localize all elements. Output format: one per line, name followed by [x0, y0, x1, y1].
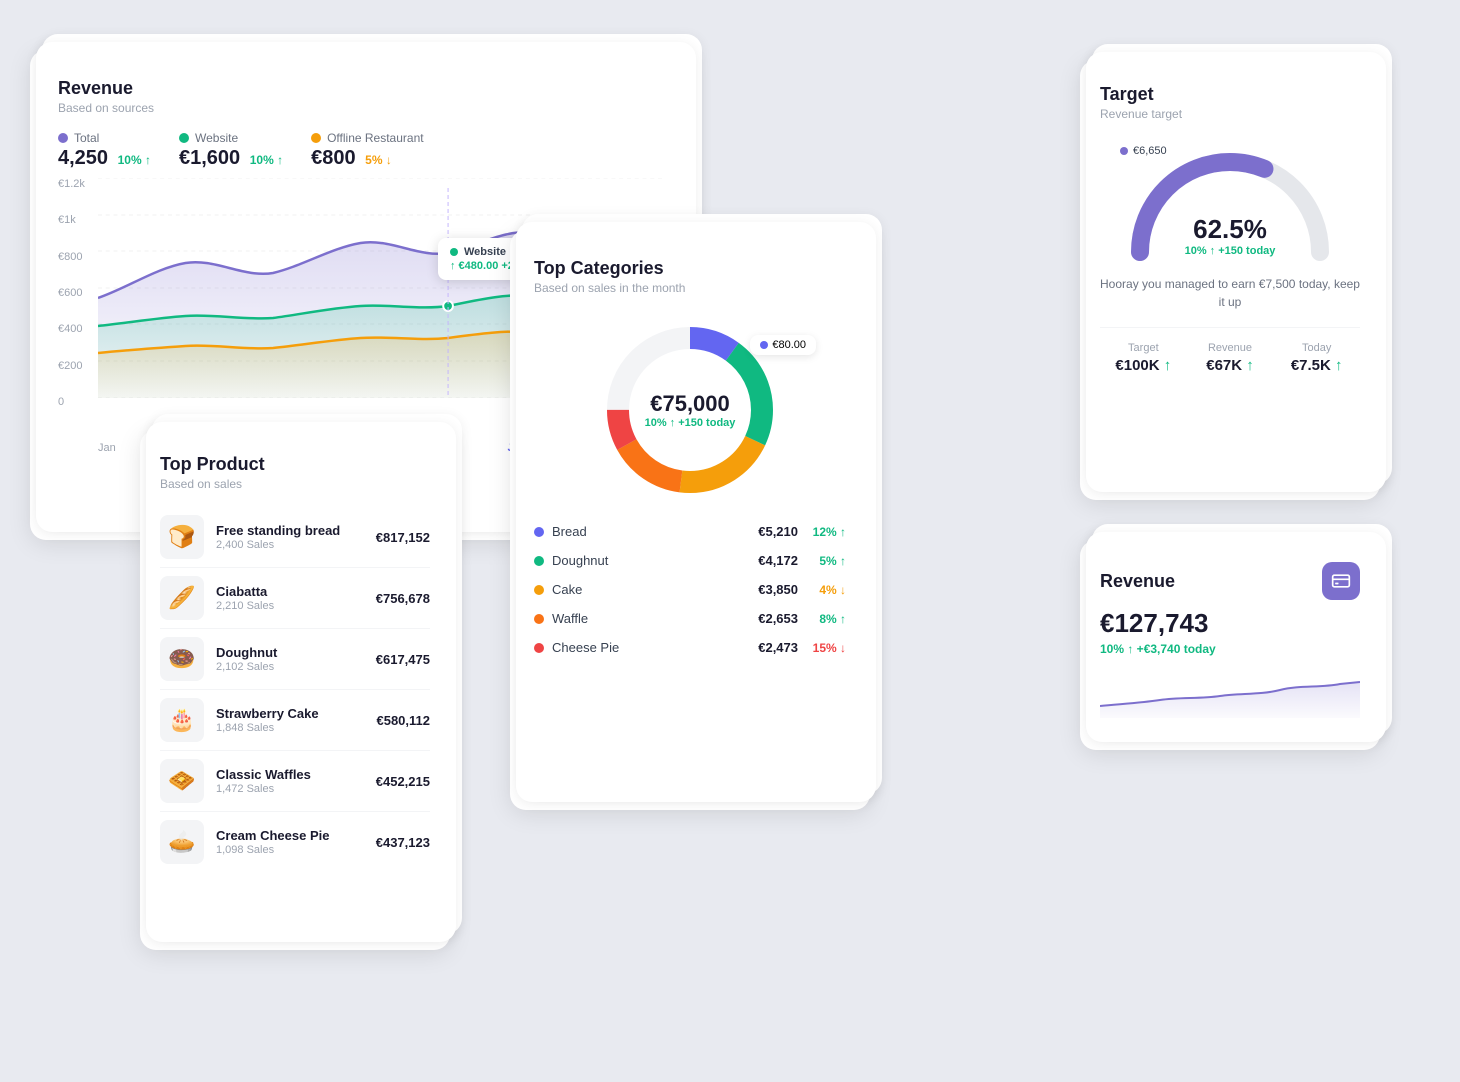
list-item: Cake €3,850 4% ↓	[534, 575, 846, 604]
list-item: 🍞 Free standing bread 2,400 Sales €817,1…	[160, 507, 430, 568]
website-badge: 10% ↑	[250, 153, 283, 167]
website-dot	[179, 133, 189, 143]
list-item: 🎂 Strawberry Cake 1,848 Sales €580,112	[160, 690, 430, 751]
offline-value: €800 5% ↓	[311, 147, 424, 170]
categories-subtitle: Based on sales in the month	[534, 281, 846, 295]
legend-row: Total 4,250 10% ↑ Website €1,600 10% ↑ O…	[58, 131, 662, 170]
gauge-legend: €6,650	[1120, 145, 1167, 157]
website-label: Website	[195, 131, 238, 145]
list-item: 🥖 Ciabatta 2,210 Sales €756,678	[160, 568, 430, 629]
rev-icon	[1322, 562, 1360, 600]
target-title: Target	[1100, 84, 1360, 105]
donut-sub: 10% ↑ +150 today	[645, 417, 736, 429]
list-item: 🥧 Cream Cheese Pie 1,098 Sales €437,123	[160, 812, 430, 872]
total-value: 4,250 10% ↑	[58, 147, 151, 170]
gauge-container: €6,650 62.5% 10% ↑ +150 today	[1100, 137, 1360, 267]
stat-today: Today €7.5K ↑	[1273, 342, 1360, 374]
product-img-cake: 🎂	[160, 698, 204, 742]
target-subtitle: Revenue target	[1100, 107, 1360, 121]
list-item: 🧇 Classic Waffles 1,472 Sales €452,215	[160, 751, 430, 812]
cat-dot	[534, 614, 544, 624]
cat-dot	[534, 585, 544, 595]
product-info-ciabatta: Ciabatta 2,210 Sales	[216, 584, 364, 612]
top-product-card: Top Product Based on sales 🍞 Free standi…	[140, 430, 450, 950]
gauge-pct: 62.5%	[1185, 214, 1276, 245]
product-img-ciabatta: 🥖	[160, 576, 204, 620]
stat-revenue: Revenue €67K ↑	[1187, 342, 1274, 374]
product-list: 🍞 Free standing bread 2,400 Sales €817,1…	[160, 507, 430, 872]
categories-list: Bread €5,210 12% ↑ Doughnut €4,172 5% ↑ …	[534, 517, 846, 662]
y-labels: €1.2k€1k€800€600€400€2000	[58, 178, 85, 408]
target-stats: Target €100K ↑ Revenue €67K ↑ Today €7.5…	[1100, 327, 1360, 374]
product-info-bread: Free standing bread 2,400 Sales	[216, 523, 364, 551]
legend-total: Total 4,250 10% ↑	[58, 131, 151, 170]
donut-center: €75,000 10% ↑ +150 today	[645, 391, 736, 429]
product-img-doughnut: 🍩	[160, 637, 204, 681]
revenue-title: Revenue	[58, 78, 662, 99]
cat-dot	[534, 527, 544, 537]
cat-dot	[534, 643, 544, 653]
revenue-subtitle: Based on sources	[58, 101, 662, 115]
credit-card-icon	[1331, 571, 1351, 591]
total-dot	[58, 133, 68, 143]
legend-offline: Offline Restaurant €800 5% ↓	[311, 131, 424, 170]
total-label: Total	[74, 131, 99, 145]
gauge-sub: 10% ↑ +150 today	[1185, 245, 1276, 257]
sparkline-svg	[1100, 668, 1360, 718]
badge-label: €80.00	[772, 339, 806, 351]
target-card: Target Revenue target €6,650 62.5% 10% ↑…	[1080, 60, 1380, 500]
product-title: Top Product	[160, 454, 430, 475]
cat-dot	[534, 556, 544, 566]
offline-dot	[311, 133, 321, 143]
product-img-waffles: 🧇	[160, 759, 204, 803]
list-item: Doughnut €4,172 5% ↑	[534, 546, 846, 575]
rev-mini-value: €127,743	[1100, 608, 1360, 639]
product-info-cake: Strawberry Cake 1,848 Sales	[216, 706, 364, 734]
list-item: 🍩 Doughnut 2,102 Sales €617,475	[160, 629, 430, 690]
donut-value: €75,000	[645, 391, 736, 417]
gauge-center: 62.5% 10% ↑ +150 today	[1185, 214, 1276, 257]
categories-title: Top Categories	[534, 258, 846, 279]
product-info-pie: Cream Cheese Pie 1,098 Sales	[216, 828, 364, 856]
donut-container: €75,000 10% ↑ +150 today €80.00	[534, 315, 846, 505]
offline-label: Offline Restaurant	[327, 131, 424, 145]
list-item: Bread €5,210 12% ↑	[534, 517, 846, 546]
donut-badge: €80.00	[750, 335, 816, 355]
list-item: Waffle €2,653 8% ↑	[534, 604, 846, 633]
legend-website: Website €1,600 10% ↑	[179, 131, 283, 170]
product-info-waffles: Classic Waffles 1,472 Sales	[216, 767, 364, 795]
categories-card: Top Categories Based on sales in the mon…	[510, 230, 870, 810]
rev-mini-title: Revenue	[1100, 571, 1175, 592]
product-info-doughnut: Doughnut 2,102 Sales	[216, 645, 364, 673]
total-badge: 10% ↑	[118, 153, 151, 167]
tooltip-label: Website	[464, 246, 506, 258]
offline-badge: 5% ↓	[365, 153, 392, 167]
sparkline-area	[1100, 668, 1360, 718]
rev-mini-header: Revenue	[1100, 562, 1360, 600]
product-img-bread: 🍞	[160, 515, 204, 559]
product-img-pie: 🥧	[160, 820, 204, 864]
website-value: €1,600 10% ↑	[179, 147, 283, 170]
stat-target: Target €100K ↑	[1100, 342, 1187, 374]
target-message: Hooray you managed to earn €7,500 today,…	[1100, 275, 1360, 311]
badge-dot	[760, 341, 768, 349]
product-subtitle: Based on sales	[160, 477, 430, 491]
list-item: Cheese Pie €2,473 15% ↓	[534, 633, 846, 662]
revenue-mini-card: Revenue €127,743 10% ↑ +€3,740 today	[1080, 540, 1380, 750]
rev-mini-sub: 10% ↑ +€3,740 today	[1100, 642, 1360, 656]
